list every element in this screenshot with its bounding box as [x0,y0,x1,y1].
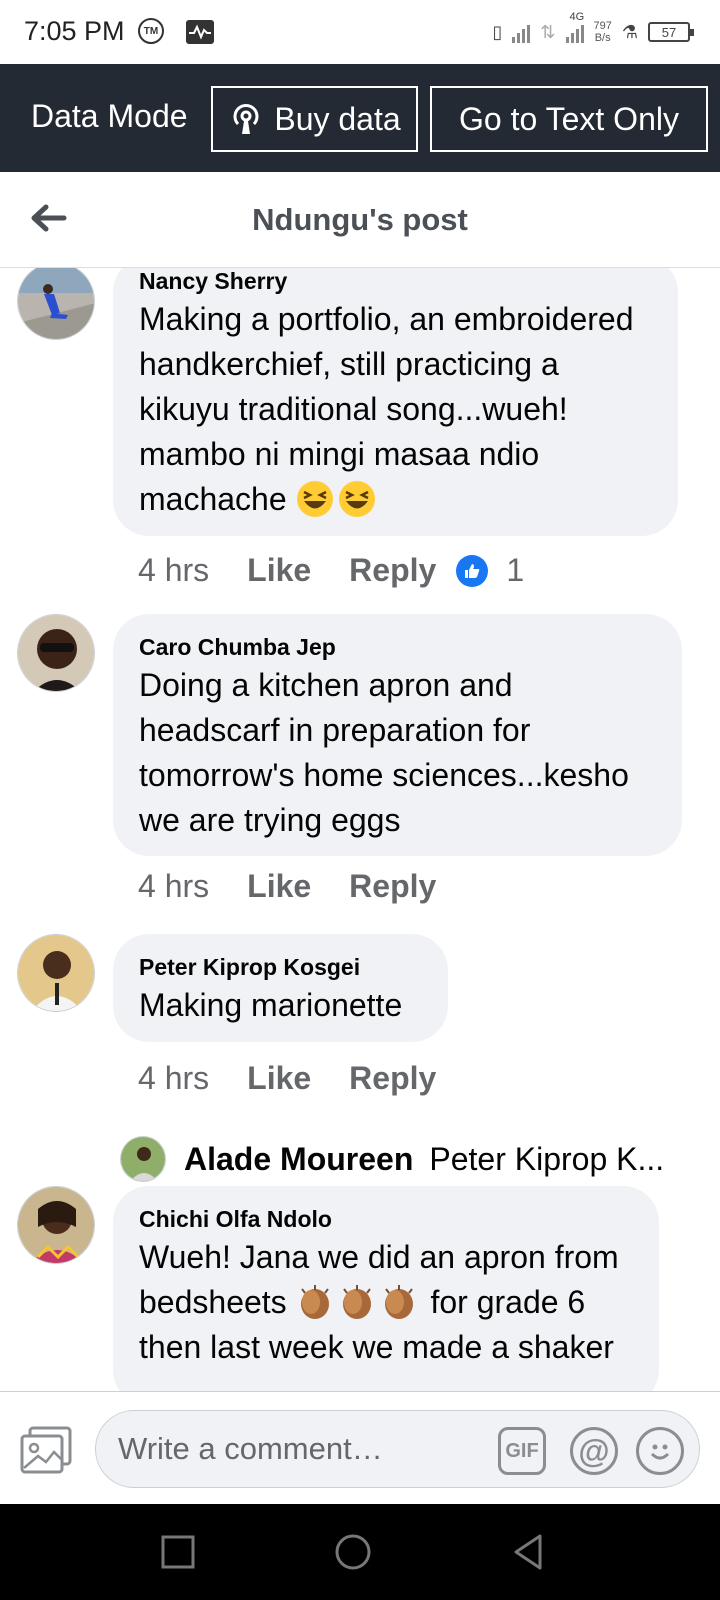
data-arrows-icon: ⇅ [540,21,556,42]
buy-data-label: Buy data [274,100,401,137]
battery-icon: 57 [648,22,694,42]
mention-button[interactable]: @ [570,1427,618,1475]
like-button[interactable]: Like [247,552,311,589]
recents-icon[interactable] [158,1532,198,1572]
battery-level: 57 [661,24,677,40]
signal-4g-icon: 4G [565,11,584,43]
data-mode-bar: Data Mode Buy data Go to Text Only [0,64,720,172]
comment-author[interactable]: Caro Chumba Jep [139,634,656,661]
comment-bubble[interactable]: Peter Kiprop Kosgei Making marionette [113,934,448,1042]
comment-author[interactable]: Peter Kiprop Kosgei [139,954,422,981]
comment-meta: 4 hrs Like Reply 1 [138,552,524,589]
comment-author[interactable]: Chichi Olfa Ndolo [139,1206,633,1233]
comment-text-line: bedsheets [139,1284,287,1320]
comment-text-line: then last week we made a shaker [139,1329,614,1365]
avatar[interactable] [17,1186,95,1264]
text-only-label: Go to Text Only [459,100,679,137]
reply-button[interactable]: Reply [349,868,436,905]
clapping-hands-icon [342,1285,371,1319]
reply-text: Peter Kiprop K... [429,1140,665,1177]
comment-text: Making marionette [139,987,403,1023]
gif-button[interactable]: GIF [498,1427,546,1475]
network-speed: 797 B/s [594,20,612,44]
like-button[interactable]: Like [247,868,311,905]
reply-button[interactable]: Reply [349,552,436,589]
comment-text-line: Wueh! Jana we did an apron from [139,1239,619,1275]
comment-meta: 4 hrs Like Reply [138,1060,456,1097]
thumbs-up-icon[interactable] [456,554,489,587]
comment-time[interactable]: 4 hrs [138,868,209,905]
clapping-hands-icon [300,1285,329,1319]
like-button[interactable]: Like [247,1060,311,1097]
back-icon[interactable] [508,1532,548,1572]
avatar[interactable] [17,614,95,692]
activity-icon [186,20,214,44]
buy-data-button[interactable]: Buy data [211,86,418,152]
laughing-emoji-icon [296,481,333,517]
status-bar: 7:05 PM TM ▯ ⇅ 4G 797 B/s ⚗ 57 [0,0,720,64]
text-only-button[interactable]: Go to Text Only [430,86,708,152]
laughing-emoji-icon [338,481,375,517]
smiley-icon [650,1444,670,1460]
avatar[interactable] [17,268,95,340]
reply-author[interactable]: Alade Moureen [184,1141,413,1178]
comment-text-body: Making a portfolio, an embroidered handk… [139,301,634,517]
speed-unit: B/s [594,32,611,44]
tm-icon: TM [138,18,164,44]
comment-composer: GIF @ [0,1391,720,1504]
comment-input-box[interactable]: GIF @ [95,1410,700,1488]
comment-text: Wueh! Jana we did an apron from bedsheet… [139,1235,633,1370]
vibrate-icon: ▯ [492,21,503,42]
clapping-hands-icon [384,1285,413,1319]
flask-icon: ⚗ [621,21,638,42]
comments-list[interactable]: Nancy Sherry Making a portfolio, an embr… [0,268,720,1391]
post-header: Ndungu's post [0,172,720,268]
page-title: Ndungu's post [252,202,468,237]
comment-meta: 4 hrs Like Reply [138,868,456,905]
comment-author[interactable]: Nancy Sherry [139,268,652,295]
comment-text: Doing a kitchen apron and headscarf in p… [139,667,629,838]
status-time: 7:05 PM [24,16,125,46]
reply-preview[interactable]: Alade Moureen Peter Kiprop K... [120,1136,664,1182]
speed-value: 797 [593,20,612,32]
network-type: 4G [569,11,585,23]
reaction-count[interactable]: 1 [506,552,524,589]
comment-time[interactable]: 4 hrs [138,552,209,589]
comment-input[interactable] [118,1429,478,1469]
photo-icon[interactable] [20,1426,72,1474]
avatar[interactable] [17,934,95,1012]
comment-bubble[interactable]: Chichi Olfa Ndolo Wueh! Jana we did an a… [113,1186,659,1391]
home-icon[interactable] [333,1532,373,1572]
signal-icon [512,21,531,43]
comment-time[interactable]: 4 hrs [138,1060,209,1097]
status-icons: ▯ ⇅ 4G 797 B/s ⚗ 57 [492,11,694,50]
comment-bubble[interactable]: Nancy Sherry Making a portfolio, an embr… [113,268,678,536]
comment-bubble[interactable]: Caro Chumba Jep Doing a kitchen apron an… [113,614,682,856]
avatar[interactable] [120,1136,166,1182]
broadcast-icon [233,104,259,134]
navigation-bar [0,1504,720,1600]
emoji-button[interactable] [636,1427,684,1475]
comment-text: Making a portfolio, an embroidered handk… [139,297,652,522]
data-mode-label: Data Mode [31,98,188,134]
comment-text-line: for grade 6 [430,1284,586,1320]
reply-button[interactable]: Reply [349,1060,436,1097]
